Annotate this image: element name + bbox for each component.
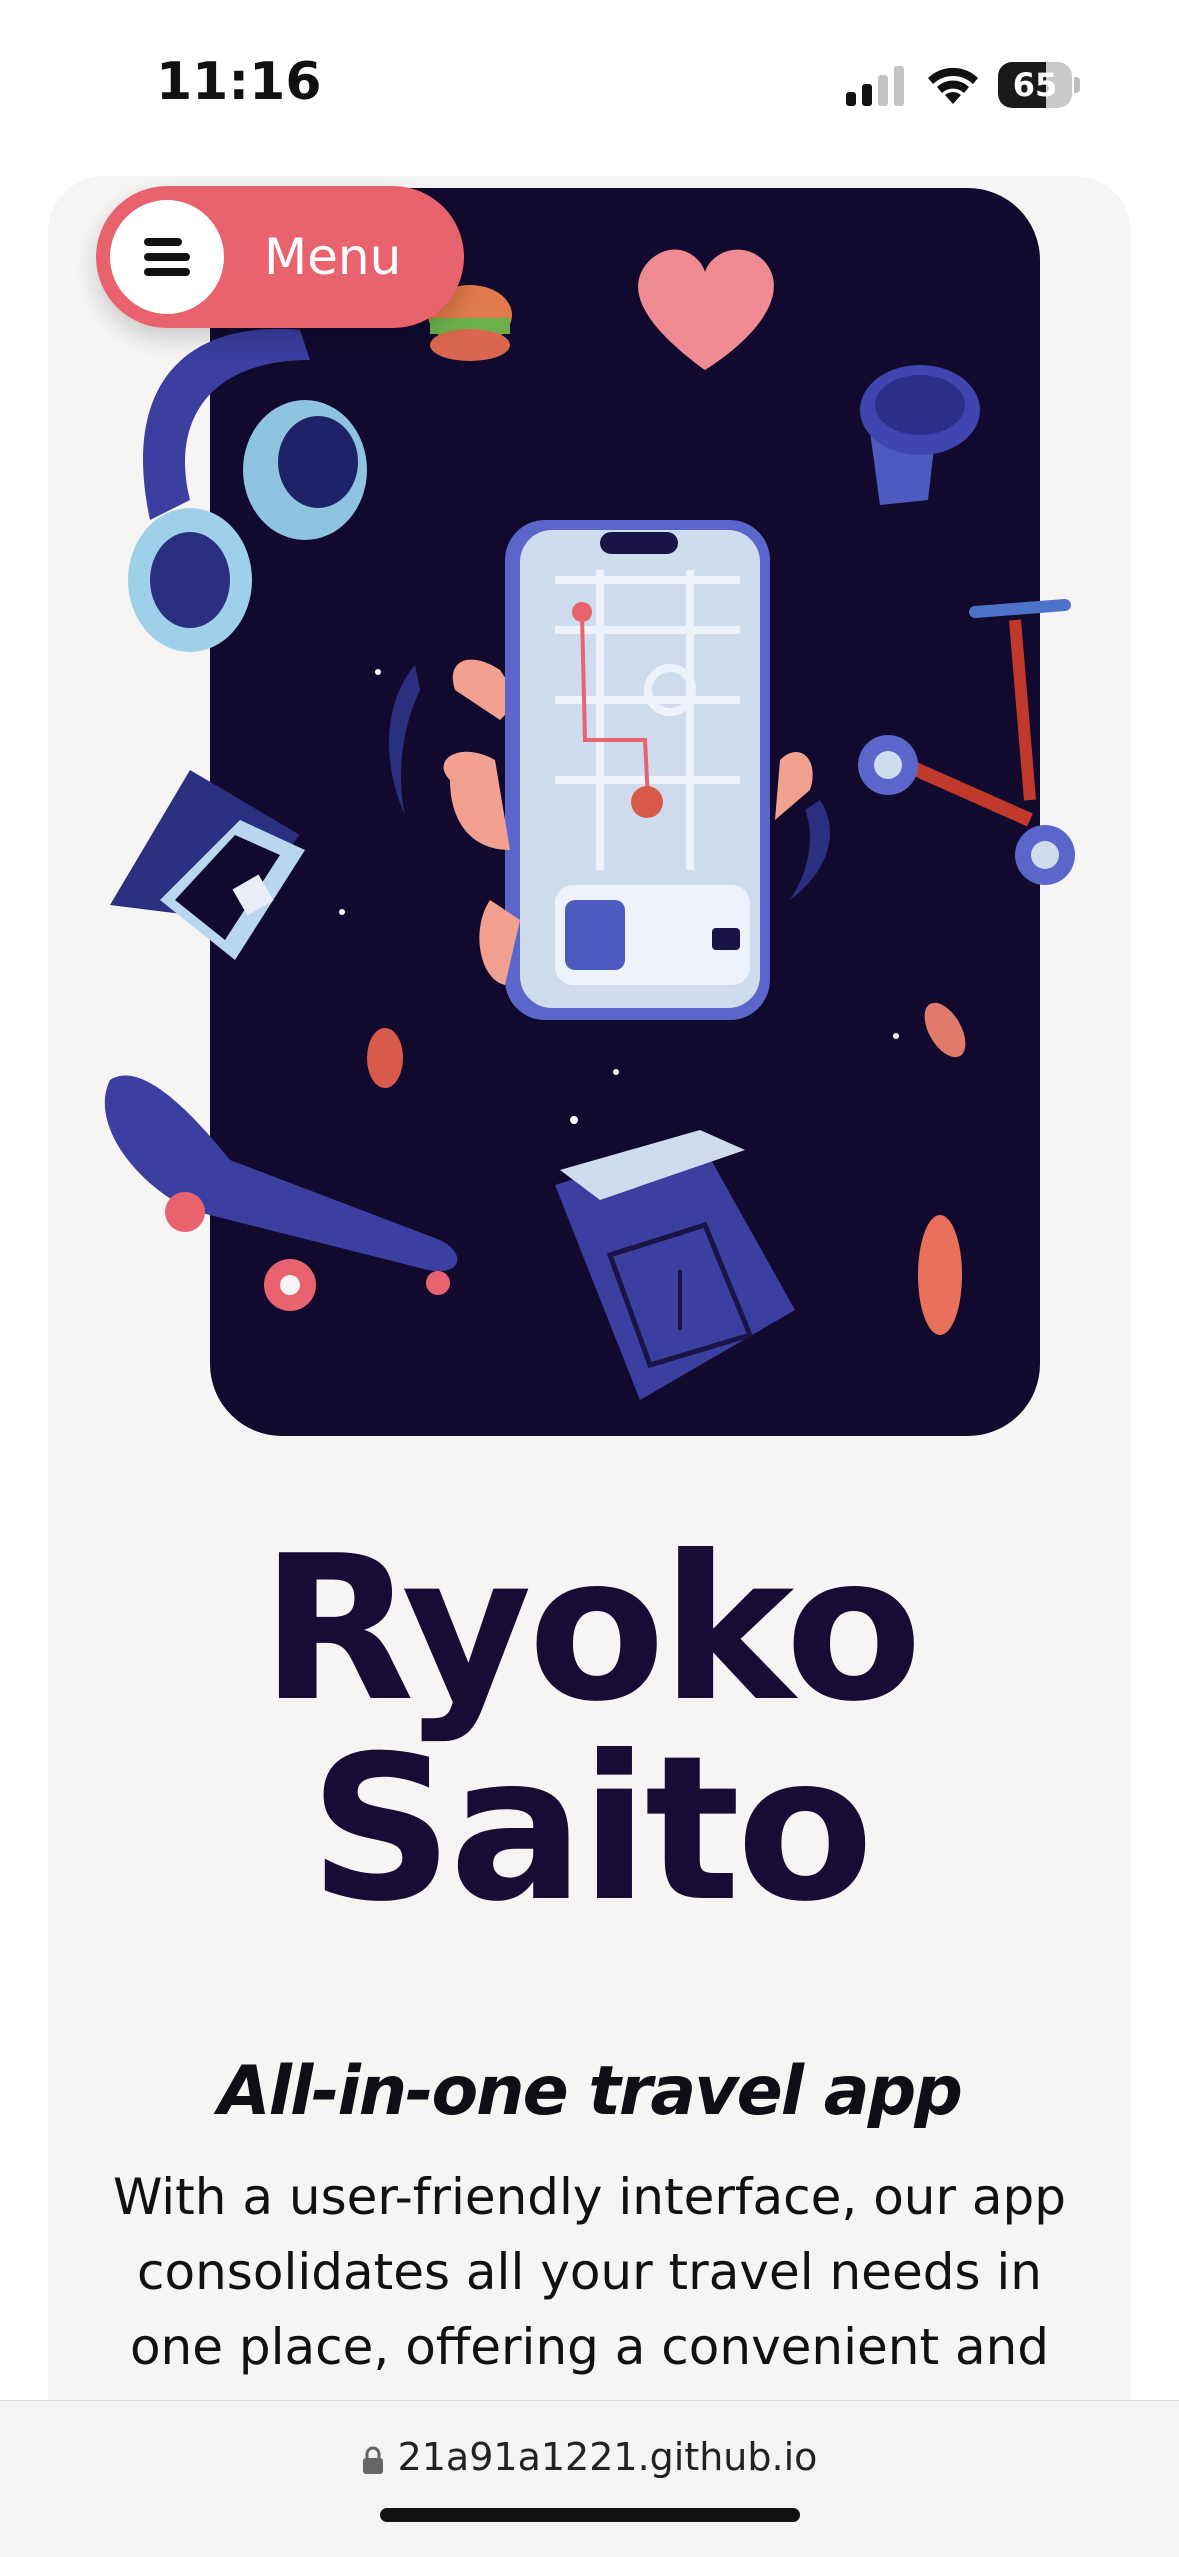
subtitle: All-in-one travel app xyxy=(218,2052,963,2131)
menu-button[interactable]: Menu xyxy=(96,186,464,328)
battery-indicator: 65 xyxy=(998,62,1080,108)
status-bar: 11:16 65 xyxy=(0,0,1179,170)
menu-label: Menu xyxy=(264,228,402,286)
battery-level: 65 xyxy=(1012,66,1058,104)
lock-icon xyxy=(362,2446,383,2474)
status-time: 11:16 xyxy=(156,52,322,112)
cellular-signal-icon xyxy=(846,66,904,106)
browser-address-bar[interactable]: 21a91a1221.github.io xyxy=(0,2400,1179,2557)
hamburger-icon xyxy=(110,200,224,314)
wifi-icon xyxy=(928,67,978,104)
page-title: Ryoko Saito xyxy=(48,1530,1131,1930)
title-line-2: Saito xyxy=(309,1713,874,1946)
hero-illustration xyxy=(210,188,1040,1436)
home-indicator[interactable] xyxy=(380,2508,800,2522)
title-line-1: Ryoko xyxy=(260,1513,923,1746)
description-text: With a user-friendly interface, our app … xyxy=(112,2168,1067,2376)
url-text: 21a91a1221.github.io xyxy=(397,2435,818,2479)
